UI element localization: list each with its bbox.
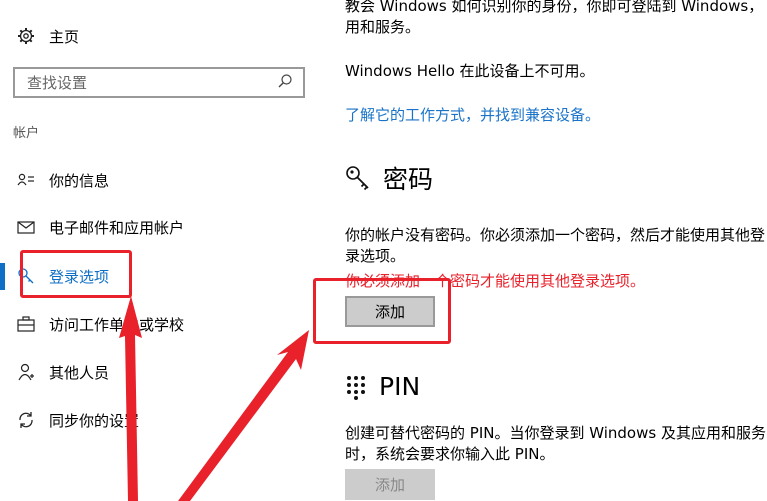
annotation-arrow-up: [119, 296, 142, 501]
annotation-arrow-diagonal: [178, 330, 309, 501]
annotation-arrows: [119, 296, 309, 501]
